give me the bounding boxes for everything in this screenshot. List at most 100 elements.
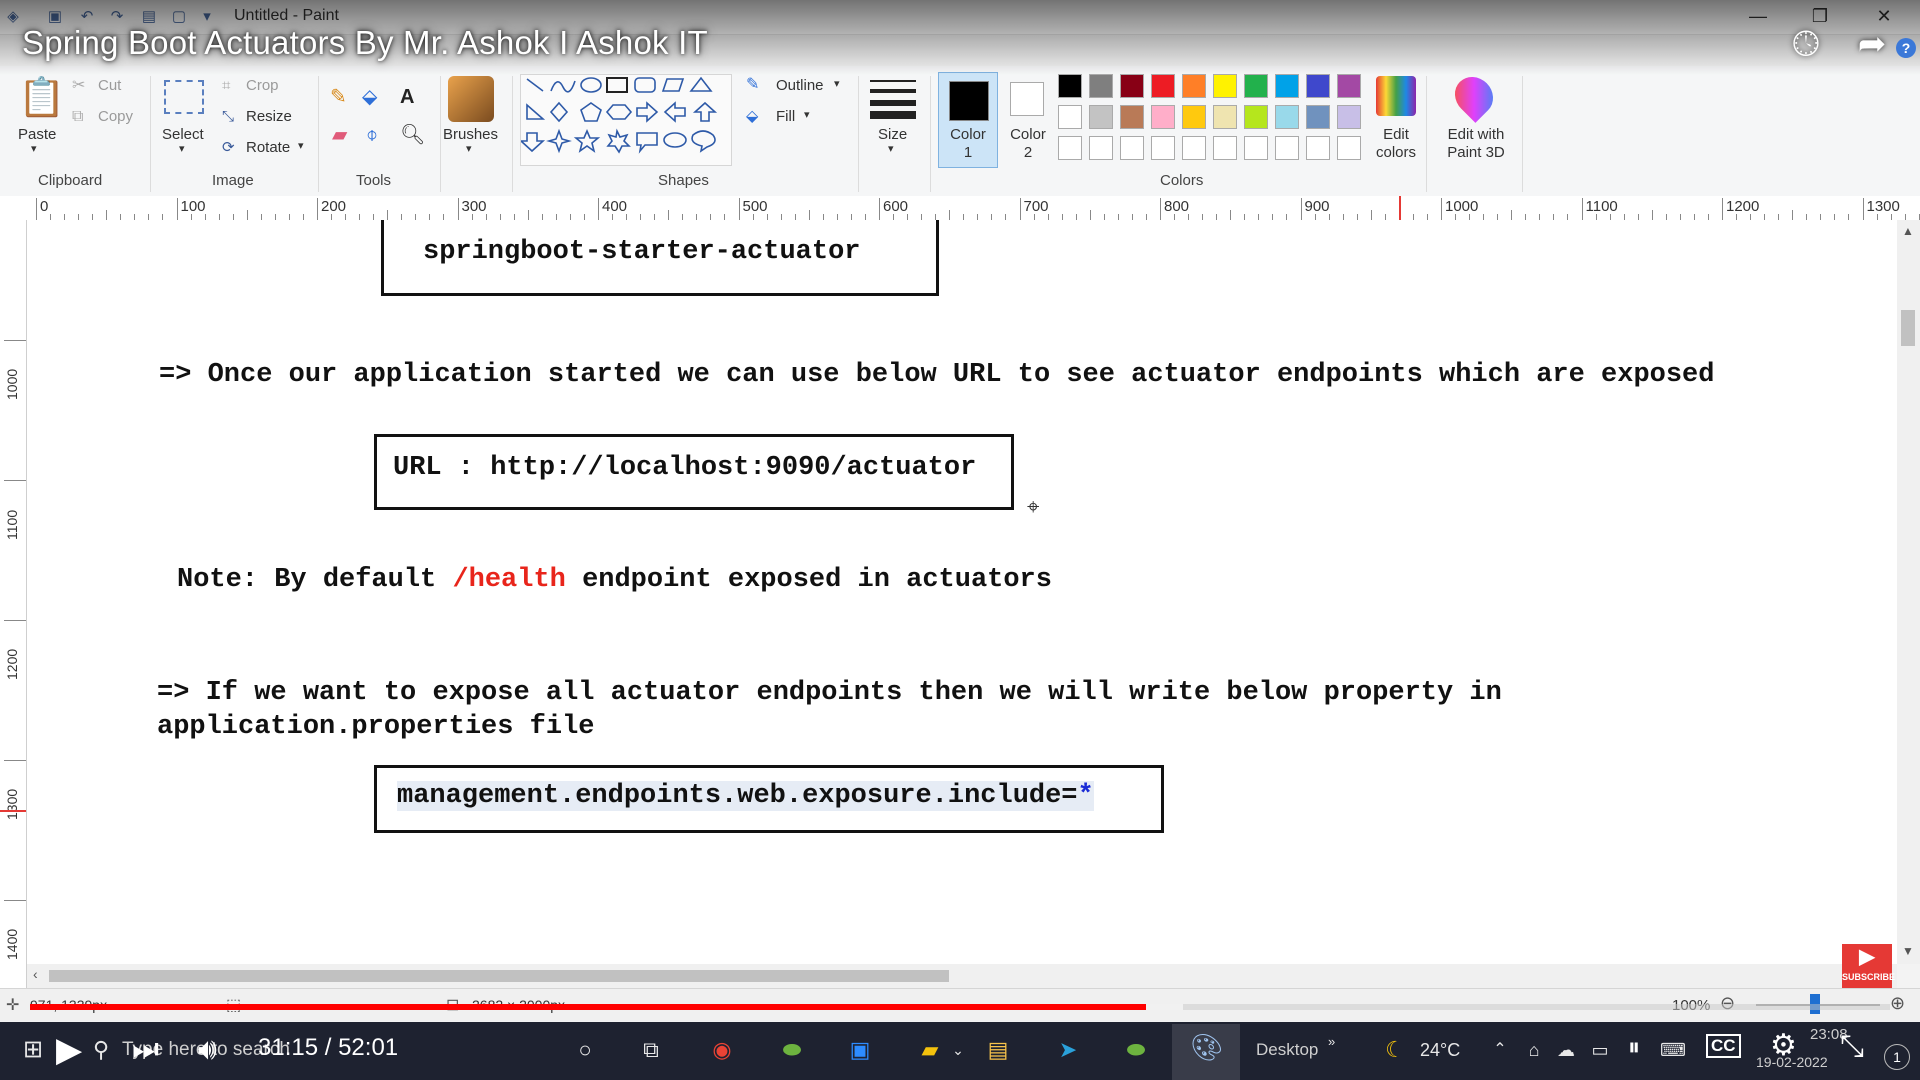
palette-swatch[interactable]: [1275, 74, 1299, 98]
volume-icon[interactable]: 🔊︎: [198, 1030, 217, 1070]
palette-swatch[interactable]: [1120, 136, 1144, 160]
cortana-icon[interactable]: ○: [570, 1030, 600, 1070]
edit-colors-button[interactable]: Edit colors: [1370, 126, 1422, 162]
fill-dropdown-icon[interactable]: ▾: [804, 108, 810, 121]
palette-swatch[interactable]: [1213, 105, 1237, 129]
paint3d-icon[interactable]: [1447, 69, 1501, 123]
crop-button[interactable]: Crop: [246, 77, 279, 94]
watch-later-icon[interactable]: 🕓︎: [1786, 24, 1826, 64]
paste-dropdown-icon[interactable]: ▾: [31, 142, 37, 155]
captions-button[interactable]: CC: [1706, 1034, 1741, 1058]
video-title[interactable]: Spring Boot Actuators By Mr. Ashok I Ash…: [22, 24, 708, 62]
palette-swatch[interactable]: [1244, 74, 1268, 98]
edit-colors-icon[interactable]: [1376, 76, 1416, 116]
pencil-icon[interactable]: ✎: [330, 86, 347, 108]
palette-swatch[interactable]: [1089, 136, 1113, 160]
info-icon[interactable]: ?: [1896, 38, 1916, 58]
palette-swatch[interactable]: [1213, 74, 1237, 98]
palette-swatch[interactable]: [1182, 105, 1206, 129]
palette-swatch[interactable]: [1058, 105, 1082, 129]
magnifier-icon[interactable]: 🔍︎: [400, 124, 425, 146]
palette-swatch[interactable]: [1213, 136, 1237, 160]
cut-button[interactable]: Cut: [98, 77, 121, 94]
paint-taskbar-button[interactable]: 🎨︎: [1172, 1024, 1240, 1080]
rotate-button[interactable]: Rotate: [246, 139, 290, 156]
weather-icon[interactable]: ☾: [1380, 1030, 1410, 1070]
device-icon[interactable]: ⌂: [1520, 1030, 1548, 1070]
color-palette[interactable]: [1058, 74, 1368, 174]
horizontal-scroll-thumb[interactable]: [49, 970, 949, 982]
spring-tool-suite-icon-2[interactable]: ⬬: [1118, 1030, 1154, 1070]
palette-swatch[interactable]: [1089, 74, 1113, 98]
palette-swatch[interactable]: [1306, 105, 1330, 129]
palette-swatch[interactable]: [1182, 136, 1206, 160]
eraser-icon[interactable]: ▰: [332, 124, 347, 146]
zoom-in-icon[interactable]: ⊕: [1890, 993, 1905, 1014]
notification-count[interactable]: 1: [1884, 1044, 1910, 1070]
taskbar-chevron-icon[interactable]: ⌄: [948, 1030, 968, 1070]
paste-button[interactable]: Paste: [18, 126, 56, 143]
palette-swatch[interactable]: [1058, 136, 1082, 160]
fill-bucket-icon[interactable]: ⬙: [362, 86, 377, 108]
temperature[interactable]: 24°C: [1420, 1030, 1460, 1070]
chrome-icon[interactable]: ◉: [704, 1030, 740, 1070]
palette-swatch[interactable]: [1151, 74, 1175, 98]
sticky-notes-icon[interactable]: ▰: [912, 1030, 948, 1070]
show-hidden-icons[interactable]: ⌃: [1488, 1030, 1512, 1070]
scroll-up-icon[interactable]: ▲: [1902, 224, 1914, 238]
palette-swatch[interactable]: [1151, 105, 1175, 129]
edit-paint3d-button[interactable]: Edit with Paint 3D: [1440, 126, 1512, 162]
desktop-toolbar-label[interactable]: Desktop: [1256, 1030, 1318, 1070]
subscribe-badge[interactable]: ▶ SUBSCRIBE: [1842, 944, 1895, 994]
rotate-dropdown-icon[interactable]: ▾: [298, 139, 304, 152]
zoom-app-icon[interactable]: ▣: [842, 1030, 878, 1070]
windows-start-icon[interactable]: ⊞: [18, 1030, 48, 1070]
brushes-dropdown-icon[interactable]: ▾: [466, 142, 472, 155]
resize-button[interactable]: Resize: [246, 108, 292, 125]
scroll-down-icon[interactable]: ▼: [1902, 944, 1914, 958]
palette-swatch[interactable]: [1306, 74, 1330, 98]
size-dropdown-icon[interactable]: ▾: [888, 142, 894, 155]
horizontal-scrollbar[interactable]: ‹: [27, 964, 1897, 988]
palette-swatch[interactable]: [1275, 105, 1299, 129]
task-view-icon[interactable]: ⧉: [636, 1030, 666, 1070]
next-video-icon[interactable]: ⏭: [132, 1030, 159, 1070]
palette-swatch[interactable]: [1337, 74, 1361, 98]
shapes-gallery-icons[interactable]: [518, 75, 731, 165]
paint-canvas[interactable]: springboot-starter-actuator => Once our …: [27, 220, 1897, 964]
select-dropdown-icon[interactable]: ▾: [179, 142, 185, 155]
select-icon[interactable]: [164, 80, 204, 114]
palette-swatch[interactable]: [1058, 74, 1082, 98]
copy-button[interactable]: Copy: [98, 108, 133, 125]
color2-swatch[interactable]: [1010, 82, 1044, 116]
share-icon[interactable]: ➦: [1852, 24, 1892, 64]
toolbar-overflow-icon[interactable]: »: [1328, 1022, 1335, 1062]
palette-swatch[interactable]: [1275, 136, 1299, 160]
minimize-button[interactable]: —: [1738, 2, 1778, 30]
fill-button[interactable]: Fill: [776, 108, 795, 125]
outline-button[interactable]: Outline: [776, 77, 824, 94]
taskbar-search-icon[interactable]: ⚲: [86, 1030, 116, 1070]
size-button[interactable]: Size: [878, 126, 907, 143]
play-icon[interactable]: ▶: [56, 1030, 82, 1070]
spring-tool-suite-icon[interactable]: ⬬: [774, 1030, 810, 1070]
palette-swatch[interactable]: [1244, 136, 1268, 160]
palette-swatch[interactable]: [1337, 105, 1361, 129]
exit-fullscreen-icon[interactable]: ⤡: [1840, 1030, 1864, 1064]
size-icon[interactable]: [870, 78, 916, 119]
scroll-left-icon[interactable]: ‹: [33, 966, 38, 982]
color-picker-icon[interactable]: ⌽: [366, 124, 378, 146]
file-explorer-icon[interactable]: ▤: [980, 1030, 1016, 1070]
vertical-scrollbar[interactable]: ▲ ▼: [1897, 220, 1920, 964]
palette-swatch[interactable]: [1089, 105, 1113, 129]
palette-swatch[interactable]: [1306, 136, 1330, 160]
text-tool-icon[interactable]: A: [400, 86, 414, 108]
pause-overlay-icon[interactable]: ⏸: [1628, 1034, 1640, 1062]
palette-swatch[interactable]: [1120, 74, 1144, 98]
select-button[interactable]: Select: [162, 126, 204, 143]
vertical-scroll-thumb[interactable]: [1901, 310, 1915, 346]
network-icon[interactable]: ☁: [1552, 1030, 1580, 1070]
keyboard-icon[interactable]: ⌨: [1658, 1030, 1688, 1070]
outline-dropdown-icon[interactable]: ▾: [834, 77, 840, 90]
paste-icon[interactable]: 📋: [18, 76, 65, 120]
